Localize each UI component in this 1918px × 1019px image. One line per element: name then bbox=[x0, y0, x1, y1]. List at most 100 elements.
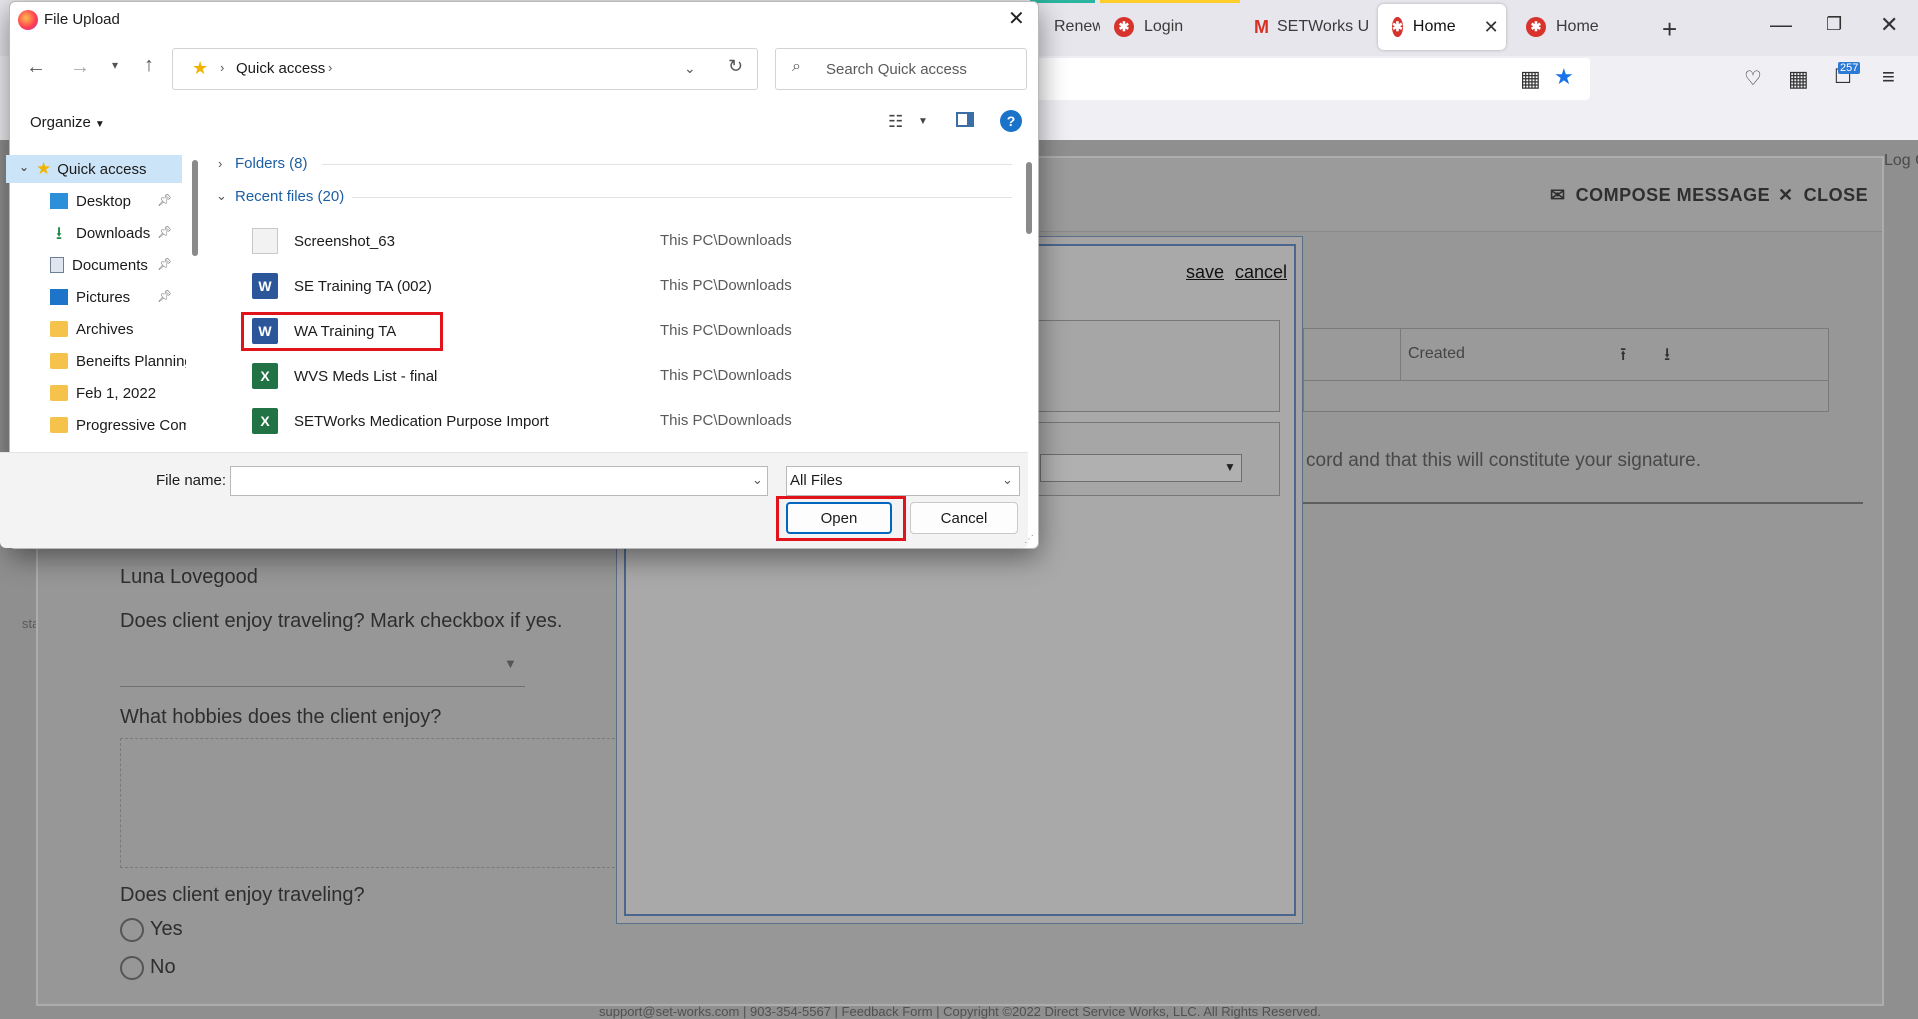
tab-home[interactable]: ✱ Home bbox=[1512, 4, 1640, 50]
category-select[interactable] bbox=[1040, 454, 1242, 482]
expand-chevron-icon[interactable]: ⌄ bbox=[19, 160, 29, 174]
nav-label: Desktop bbox=[76, 192, 132, 210]
nav-quick-access[interactable]: ★ Quick access bbox=[6, 155, 182, 183]
bookmark-star-icon[interactable]: ★ bbox=[1554, 64, 1574, 90]
nav-label: Quick access bbox=[57, 160, 147, 178]
nav-archives[interactable]: Archives bbox=[50, 315, 134, 343]
documents-icon bbox=[50, 257, 64, 273]
nav-label: Downloads bbox=[76, 224, 151, 242]
quick-access-star-icon: ★ bbox=[36, 159, 52, 178]
url-bar[interactable] bbox=[1010, 58, 1590, 100]
firefox-logo-icon bbox=[18, 10, 38, 30]
radio-yes-label: Yes bbox=[150, 918, 183, 940]
view-options-icon[interactable]: ☷ bbox=[888, 112, 903, 132]
compose-message-button[interactable]: ✉ COMPOSE MESSAGE bbox=[1550, 185, 1770, 206]
group-folders[interactable]: Folders (8) bbox=[235, 155, 308, 172]
file-name: SETWorks Medication Purpose Import bbox=[294, 412, 549, 430]
restore-icon[interactable]: ❐ bbox=[1826, 14, 1842, 35]
cancel-button[interactable]: Cancel bbox=[910, 502, 1018, 534]
close-modal-button[interactable]: ✕ CLOSE bbox=[1778, 185, 1868, 206]
tab-renew[interactable]: Renew bbox=[1040, 4, 1100, 50]
tab-login[interactable]: ✱ Login bbox=[1100, 4, 1240, 50]
folders-chevron-icon[interactable]: › bbox=[218, 156, 222, 171]
page-footer: support@set-works.com | 903-354-5567 | F… bbox=[599, 1004, 1321, 1019]
file-row-wvs-meds-list[interactable]: X WVS Meds List - final bbox=[252, 359, 437, 393]
organize-button[interactable]: Organize ▼ bbox=[30, 114, 105, 131]
travel-dropdown[interactable] bbox=[120, 686, 525, 687]
created-column-header[interactable]: Created bbox=[1408, 345, 1465, 363]
dialog-title: File Upload bbox=[44, 11, 120, 28]
tab-gmail[interactable]: M SETWorks U bbox=[1240, 4, 1368, 50]
nav-progressive-com[interactable]: Progressive Com bbox=[50, 411, 186, 439]
tab-label: Login bbox=[1144, 18, 1184, 35]
forward-arrow-icon[interactable]: → bbox=[70, 56, 90, 79]
address-dropdown-chevron-icon[interactable]: ⌄ bbox=[684, 60, 696, 77]
close-label: CLOSE bbox=[1803, 185, 1869, 205]
window-close-icon[interactable]: ✕ bbox=[1880, 12, 1898, 38]
signature-line bbox=[1303, 502, 1863, 504]
pocket-icon[interactable]: ♡ bbox=[1744, 66, 1762, 91]
select-arrow-icon[interactable]: ▼ bbox=[1224, 460, 1236, 474]
extension-badge-count: 257 bbox=[1838, 62, 1861, 74]
minimize-icon[interactable]: — bbox=[1770, 12, 1792, 38]
signature-notice: cord and that this will constitute your … bbox=[1306, 450, 1701, 471]
help-icon[interactable]: ? bbox=[1000, 110, 1022, 132]
folder-icon bbox=[50, 353, 68, 369]
breadcrumb-chevron-icon[interactable]: › bbox=[328, 60, 332, 75]
dropdown-arrow-icon[interactable]: ▼ bbox=[504, 656, 517, 671]
description-field[interactable] bbox=[1030, 320, 1280, 412]
nav-label: Progressive Com bbox=[76, 416, 186, 434]
upload-icon[interactable]: ⭱ bbox=[1620, 342, 1626, 372]
resize-grip-icon[interactable]: ⋰ bbox=[1024, 534, 1034, 545]
search-placeholder[interactable]: Search Quick access bbox=[826, 61, 967, 78]
view-options-chevron-icon[interactable]: ▼ bbox=[918, 116, 928, 127]
nav-label: Feb 1, 2022 bbox=[76, 384, 157, 402]
save-link[interactable]: save bbox=[1186, 262, 1224, 283]
nav-desktop[interactable]: Desktop bbox=[50, 187, 131, 215]
file-row-se-training-ta[interactable]: W SE Training TA (002) bbox=[252, 269, 432, 303]
logout-link[interactable]: Log Out bbox=[1884, 152, 1918, 170]
preview-pane-icon[interactable] bbox=[956, 112, 974, 127]
file-name-input[interactable] bbox=[230, 466, 768, 496]
file-type-chevron-icon[interactable]: ⌄ bbox=[1002, 472, 1013, 488]
back-arrow-icon[interactable]: ← bbox=[26, 56, 46, 79]
tab-close-icon[interactable]: ✕ bbox=[1484, 17, 1499, 38]
pin-icon: 📌︎ bbox=[157, 289, 173, 303]
organize-dropdown-icon: ▼ bbox=[94, 119, 105, 130]
recent-chevron-icon[interactable]: ⌄ bbox=[216, 188, 227, 204]
nav-pane-scrollbar[interactable] bbox=[192, 160, 198, 256]
cancel-link[interactable]: cancel bbox=[1235, 262, 1287, 283]
pin-icon: 📌︎ bbox=[157, 225, 173, 239]
file-row-screenshot-63[interactable]: Screenshot_63 bbox=[252, 224, 395, 258]
radio-no[interactable] bbox=[120, 956, 144, 980]
hobbies-textarea[interactable] bbox=[120, 738, 620, 868]
new-tab-plus-icon[interactable]: + bbox=[1662, 14, 1677, 45]
dialog-close-icon[interactable]: ✕ bbox=[1008, 6, 1025, 31]
nav-downloads[interactable]: ⭳ Downloads bbox=[50, 219, 150, 247]
file-row-setworks-medication-purpose-import[interactable]: X SETWorks Medication Purpose Import bbox=[252, 404, 549, 438]
file-location: This PC\Downloads bbox=[660, 232, 792, 249]
recent-locations-chevron-icon[interactable]: ▾ bbox=[112, 58, 118, 72]
extensions-grid-icon[interactable]: ▦ bbox=[1520, 66, 1541, 92]
radio-yes[interactable] bbox=[120, 918, 144, 942]
file-pane-scrollbar[interactable] bbox=[1026, 162, 1032, 234]
up-arrow-icon[interactable]: ↑ bbox=[144, 54, 154, 77]
nav-documents[interactable]: Documents bbox=[50, 251, 148, 279]
extensions-icon[interactable]: ▦ bbox=[1788, 66, 1809, 92]
group-recent-files[interactable]: Recent files (20) bbox=[235, 188, 344, 205]
file-name-history-chevron-icon[interactable]: ⌄ bbox=[752, 472, 763, 488]
tab-home-active[interactable]: ✱ Home ✕ bbox=[1378, 4, 1506, 50]
folder-icon bbox=[50, 417, 68, 433]
refresh-icon[interactable]: ↻ bbox=[728, 56, 743, 77]
address-breadcrumb[interactable]: Quick access bbox=[236, 60, 325, 77]
nav-label: Documents bbox=[72, 256, 148, 274]
file-name: WVS Meds List - final bbox=[294, 367, 438, 385]
nav-benefits-planning[interactable]: Beneifts Planning bbox=[50, 347, 186, 375]
nav-feb-1-2022[interactable]: Feb 1, 2022 bbox=[50, 379, 156, 407]
file-type-selected: All Files bbox=[790, 472, 843, 489]
desktop-icon bbox=[50, 193, 68, 209]
menu-hamburger-icon[interactable]: ≡ bbox=[1882, 64, 1895, 90]
nav-pictures[interactable]: Pictures bbox=[50, 283, 130, 311]
setworks-favicon-icon: ✱ bbox=[1392, 17, 1403, 37]
download-icon[interactable]: ⭳ bbox=[1664, 342, 1670, 372]
